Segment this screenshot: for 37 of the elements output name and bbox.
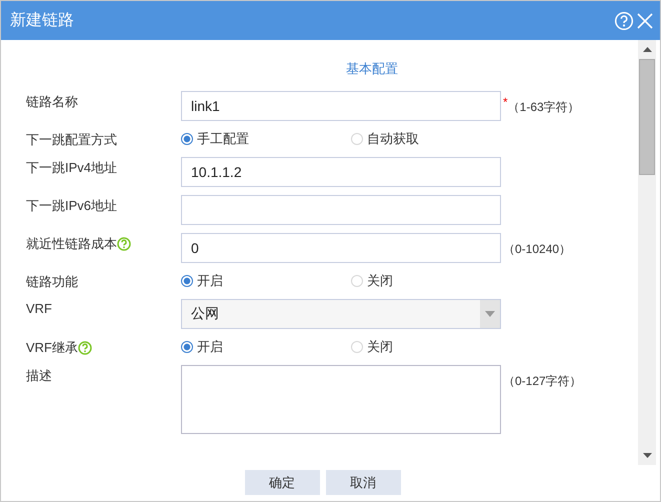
field-label: 链路名称	[26, 93, 79, 111]
input-field[interactable]: 0	[181, 233, 501, 263]
help-icon[interactable]	[78, 341, 92, 355]
radio-option[interactable]: 开启	[181, 272, 351, 290]
input-field[interactable]: link1	[181, 91, 501, 121]
range-hint: （1-63字符）	[508, 99, 580, 116]
range-hint: （0-10240）	[503, 241, 572, 258]
required-mark: *	[503, 95, 508, 111]
input-field[interactable]	[181, 195, 501, 225]
scroll-up-icon[interactable]	[642, 47, 652, 52]
radio-option[interactable]: 开启	[181, 338, 351, 356]
help-icon[interactable]	[117, 237, 131, 251]
caret-icon	[485, 311, 495, 317]
confirm-button[interactable]: 确定	[244, 470, 320, 495]
field-label: 下一跳IPv6地址	[26, 197, 118, 215]
window-title: 新建链路	[10, 10, 75, 31]
field-label: 链路功能	[26, 273, 79, 291]
field-label: 下一跳IPv4地址	[26, 159, 118, 177]
field-label: VRF继承	[26, 339, 78, 357]
field-label: 就近性链路成本	[26, 235, 117, 253]
scrollbar[interactable]	[638, 40, 656, 465]
section-title: 基本配置	[345, 60, 399, 78]
radio-option[interactable]: 关闭	[351, 272, 501, 290]
field-label: 描述	[26, 367, 53, 385]
scroll-thumb[interactable]	[639, 59, 655, 175]
input-field[interactable]: 10.1.1.2	[181, 157, 501, 187]
scroll-down-icon[interactable]	[642, 453, 652, 458]
description-field[interactable]	[181, 365, 501, 434]
close-icon[interactable]	[636, 12, 654, 30]
radio-option[interactable]: 自动获取	[351, 130, 501, 148]
dropdown[interactable]: 公网	[181, 299, 501, 329]
radio-option[interactable]: 手工配置	[181, 130, 351, 148]
field-label: 下一跳配置方式	[26, 131, 118, 149]
cancel-button[interactable]: 取消	[326, 470, 400, 495]
radio-option[interactable]: 关闭	[351, 338, 501, 356]
field-label: VRF	[26, 300, 53, 316]
range-hint: （0-127字符）	[503, 373, 582, 390]
